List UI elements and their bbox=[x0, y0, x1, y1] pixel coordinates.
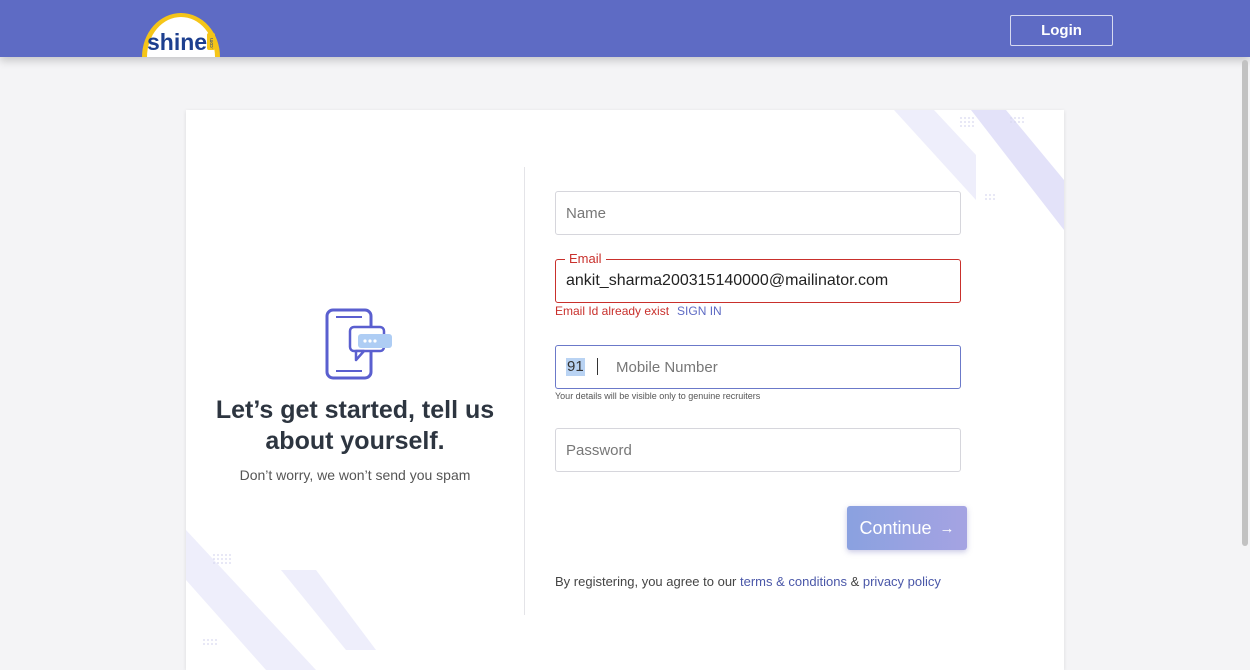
phone-chat-icon bbox=[325, 308, 392, 380]
password-input[interactable] bbox=[556, 429, 960, 471]
continue-button[interactable]: Continue → bbox=[847, 506, 967, 550]
decorative-corner-bottom-left bbox=[186, 530, 376, 670]
continue-label: Continue bbox=[859, 517, 932, 538]
email-error-message: Email Id already exist bbox=[555, 304, 670, 318]
email-input[interactable] bbox=[556, 260, 960, 302]
login-button[interactable]: Login bbox=[1010, 15, 1113, 46]
email-label: Email bbox=[565, 251, 606, 266]
terms-prefix: By registering, you agree to our bbox=[555, 574, 737, 589]
country-code[interactable]: 91 bbox=[566, 358, 585, 376]
mobile-hint: Your details will be visible only to gen… bbox=[555, 391, 761, 401]
country-code-separator bbox=[597, 358, 598, 375]
page-subline: Don’t worry, we won’t send you spam bbox=[239, 467, 471, 483]
name-field[interactable] bbox=[555, 191, 961, 235]
terms-ampersand: & bbox=[850, 574, 860, 589]
email-field[interactable]: Email bbox=[555, 251, 961, 303]
registration-card: Let’s get started, tell us about yoursel… bbox=[186, 110, 1064, 670]
logo-tld: .com bbox=[209, 38, 215, 49]
terms-link[interactable]: terms & conditions bbox=[740, 574, 847, 589]
password-field[interactable] bbox=[555, 428, 961, 472]
page-headline: Let’s get started, tell us about yoursel… bbox=[186, 395, 524, 457]
scrollbar[interactable] bbox=[1242, 60, 1248, 546]
mobile-input[interactable] bbox=[556, 346, 960, 388]
mobile-field[interactable]: 91 bbox=[555, 345, 961, 389]
terms-text: By registering, you agree to our terms &… bbox=[555, 574, 941, 589]
headline-line-1: Let’s get started, tell us bbox=[215, 396, 495, 424]
headline-line-2: about yourself. bbox=[265, 427, 445, 455]
sign-in-link[interactable]: SIGN IN bbox=[677, 304, 722, 318]
privacy-policy-link[interactable]: privacy policy bbox=[863, 574, 941, 589]
vertical-divider bbox=[524, 167, 525, 615]
shine-logo[interactable]: shine .com bbox=[140, 3, 222, 57]
top-navigation-bar: shine .com Login bbox=[0, 0, 1250, 57]
arrow-right-icon: → bbox=[939, 519, 955, 537]
email-error-row: Email Id already exist SIGN IN bbox=[555, 304, 722, 318]
name-input[interactable] bbox=[556, 192, 960, 234]
logo-wordmark: shine bbox=[147, 29, 207, 55]
